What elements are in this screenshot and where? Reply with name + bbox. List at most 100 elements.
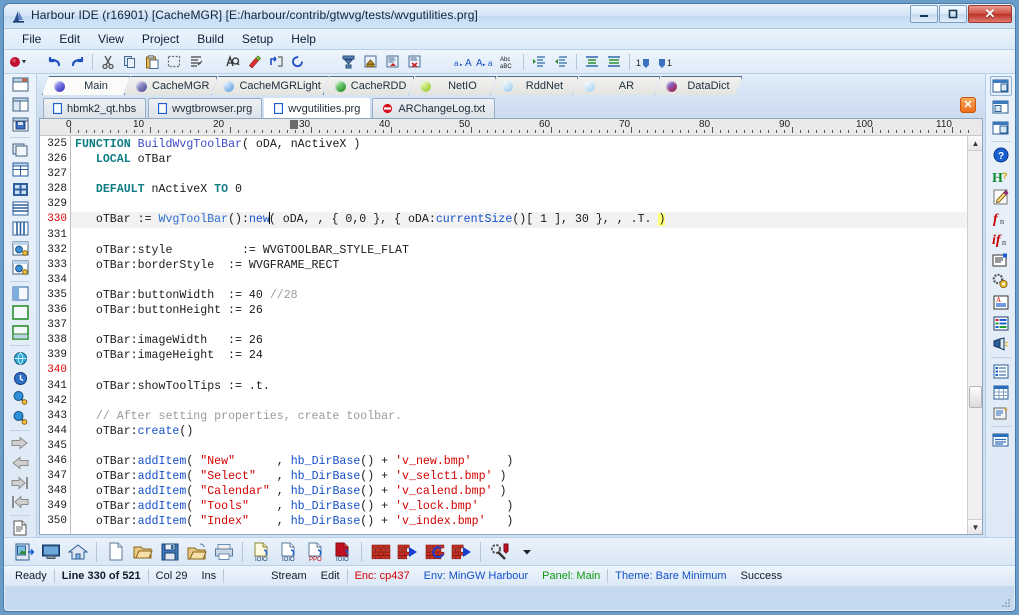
compile-error-icon[interactable]: IOIO: [329, 540, 356, 564]
open-project-icon[interactable]: [183, 540, 210, 564]
indent-icon[interactable]: [528, 52, 550, 72]
cut-icon[interactable]: [97, 52, 119, 72]
refresh-icon[interactable]: [287, 52, 309, 72]
code-line[interactable]: oTBar:imageWidth := 26: [71, 333, 982, 348]
spellcheck-icon[interactable]: Abc aBC: [497, 52, 519, 72]
panel-tab-ar[interactable]: AR: [572, 76, 660, 95]
output-pane-icon[interactable]: [990, 430, 1012, 450]
split-view-icon[interactable]: [9, 96, 31, 115]
compile-icon[interactable]: IOIO: [248, 540, 275, 564]
help-icon[interactable]: ?: [990, 145, 1012, 165]
code-line[interactable]: FUNCTION BuildWvgToolBar( oDA, nActiveX …: [71, 137, 982, 152]
delete-line-icon[interactable]: [403, 52, 425, 72]
function-icon[interactable]: fn: [990, 208, 1012, 228]
code-line[interactable]: oTBar:addItem( "New" , hb_DirBase() + 'v…: [71, 454, 982, 469]
code-line[interactable]: [71, 318, 982, 333]
strip-icon[interactable]: [185, 52, 207, 72]
code-line[interactable]: DEFAULT nActiveX TO 0: [71, 182, 982, 197]
code-line[interactable]: [71, 197, 982, 212]
web-panel-alt-icon[interactable]: [9, 259, 31, 278]
screen-icon[interactable]: [37, 540, 64, 564]
goto-icon[interactable]: [265, 52, 287, 72]
resize-grip[interactable]: [1000, 597, 1012, 609]
menu-item-project[interactable]: Project: [133, 30, 188, 48]
sort-icon[interactable]: [337, 52, 359, 72]
panel-tab-main[interactable]: Main: [42, 76, 130, 95]
panel-tab-datadict[interactable]: DataDict: [654, 76, 742, 95]
window-tile-icon[interactable]: [990, 97, 1012, 117]
new-file-icon[interactable]: [102, 540, 129, 564]
window-list-icon[interactable]: [989, 76, 1012, 96]
rebuild-run-icon[interactable]: [448, 540, 475, 564]
code-line[interactable]: oTBar:create(): [71, 424, 982, 439]
arrow-home-icon[interactable]: [9, 493, 31, 512]
replace-icon[interactable]: [243, 52, 265, 72]
scroll-down-arrow[interactable]: ▼: [968, 519, 982, 534]
panel-tab-cachemgrlight[interactable]: CacheMGRLight: [211, 76, 328, 95]
code-line[interactable]: oTBar:style := WVGTOOLBAR_STYLE_FLAT: [71, 243, 982, 258]
zoom-out-icon[interactable]: [9, 408, 31, 427]
arrow-left-icon[interactable]: [9, 454, 31, 473]
print-preview-icon[interactable]: [381, 52, 403, 72]
compile-alt-icon[interactable]: IOIO: [275, 540, 302, 564]
menu-item-view[interactable]: View: [89, 30, 133, 48]
build-run-icon[interactable]: [394, 540, 421, 564]
file-tab-archangelog-txt[interactable]: ARChangeLog.txt: [372, 98, 496, 118]
code-line[interactable]: [71, 394, 982, 409]
close-file-button[interactable]: ✕: [960, 97, 976, 113]
window-cascade-icon[interactable]: [990, 118, 1012, 138]
code-line[interactable]: oTBar:buttonWidth := 40 //28: [71, 288, 982, 303]
exit-icon[interactable]: [10, 540, 37, 564]
edit-note-icon[interactable]: [990, 187, 1012, 207]
list-view-icon[interactable]: [990, 361, 1012, 381]
save-file-icon[interactable]: [156, 540, 183, 564]
copy-icon[interactable]: [119, 52, 141, 72]
block-indent-icon[interactable]: [581, 52, 603, 72]
menu-item-build[interactable]: Build: [188, 30, 233, 48]
table-view-icon[interactable]: [990, 382, 1012, 402]
dropdown-arrow-icon[interactable]: [513, 540, 540, 564]
panel-tab-netio[interactable]: NetIO: [408, 76, 496, 95]
function-italic-icon[interactable]: if n: [990, 229, 1012, 249]
pane-bottom-icon[interactable]: [9, 324, 31, 343]
panel-tab-cacherdd[interactable]: CacheRDD: [323, 76, 415, 95]
code-line[interactable]: [71, 273, 982, 288]
find-icon[interactable]: [221, 52, 243, 72]
export-icon[interactable]: [359, 52, 381, 72]
save-panel-icon[interactable]: [9, 115, 31, 134]
code-line[interactable]: oTBar:addItem( "Select" , hb_DirBase() +…: [71, 469, 982, 484]
code-line[interactable]: oTBar:showToolTips := .t.: [71, 379, 982, 394]
file-tab-hbmk2-qt-hbs[interactable]: hbmk2_qt.hbs: [43, 98, 147, 118]
copy-panel-icon[interactable]: [9, 141, 31, 160]
harbour-help-icon[interactable]: H?: [990, 166, 1012, 186]
code-line[interactable]: oTBar:addItem( "Tools" , hb_DirBase() + …: [71, 499, 982, 514]
panel-view-icon[interactable]: [9, 76, 31, 95]
lowercase-icon[interactable]: a ▸ A: [453, 52, 475, 72]
code-line[interactable]: oTBar:addItem( "Calendar" , hb_DirBase()…: [71, 484, 982, 499]
menu-item-help[interactable]: Help: [282, 30, 325, 48]
panel-tab-rddnet[interactable]: RddNet: [490, 76, 578, 95]
clock-icon[interactable]: [9, 369, 31, 388]
code-line[interactable]: [71, 439, 982, 454]
record-dropdown-icon[interactable]: [8, 52, 30, 72]
bookmark-goto-icon[interactable]: 1: [656, 52, 678, 72]
block-outdent-icon[interactable]: [603, 52, 625, 72]
print-icon[interactable]: [210, 540, 237, 564]
code-line[interactable]: LOCAL oTBar: [71, 152, 982, 167]
legend-icon[interactable]: [990, 313, 1012, 333]
file-tab-wvgutilities-prg[interactable]: wvgutilities.prg: [264, 98, 371, 118]
menu-item-file[interactable]: File: [13, 30, 50, 48]
scroll-thumb[interactable]: [969, 386, 982, 408]
close-button[interactable]: ✕: [968, 5, 1012, 23]
code-line[interactable]: [71, 363, 982, 378]
outdent-icon[interactable]: [550, 52, 572, 72]
web-panel-icon[interactable]: [9, 239, 31, 258]
tools-icon[interactable]: [486, 540, 513, 564]
code-line[interactable]: oTBar:addItem( "Index" , hb_DirBase() + …: [71, 514, 982, 529]
ppo-icon[interactable]: PPO: [302, 540, 329, 564]
scroll-up-arrow[interactable]: ▲: [968, 136, 982, 151]
vertical-scrollbar[interactable]: ▲ ▼: [967, 136, 982, 534]
rows-icon[interactable]: [9, 200, 31, 219]
open-file-icon[interactable]: [129, 540, 156, 564]
select-grid-icon[interactable]: [9, 180, 31, 199]
